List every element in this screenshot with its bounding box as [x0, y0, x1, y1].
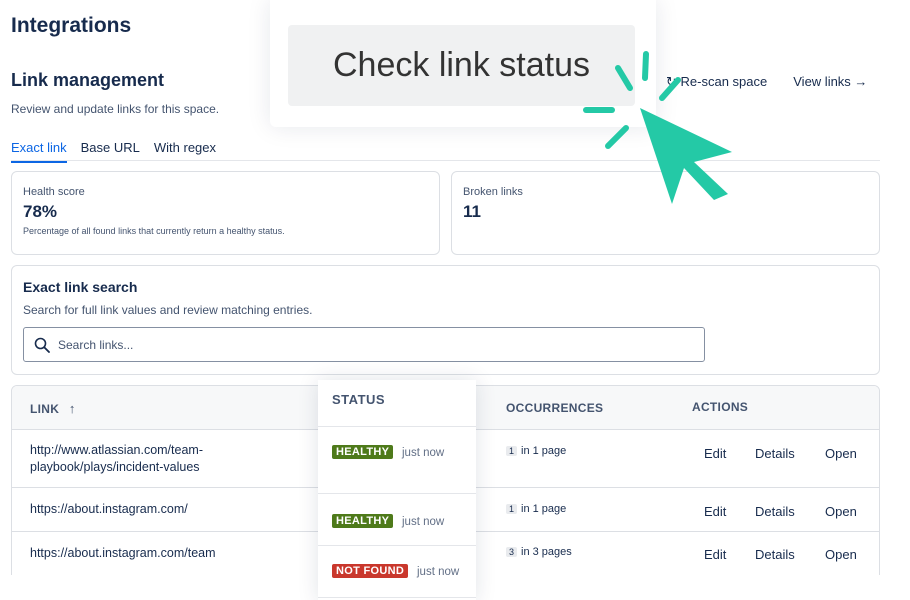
column-header-status: STATUS: [332, 392, 386, 407]
occurrence-count: 1: [506, 446, 518, 456]
details-button[interactable]: Details: [755, 547, 795, 562]
link-cell[interactable]: https://about.instagram.com/: [30, 501, 270, 518]
status-header: STATUS: [318, 380, 476, 426]
link-cell[interactable]: http://www.atlassian.com/team-playbook/p…: [30, 442, 270, 476]
health-score-label: Health score: [23, 186, 85, 198]
health-score-card: Health score 78% Percentage of all found…: [11, 171, 440, 255]
open-button[interactable]: Open: [825, 547, 857, 562]
column-header-actions: ACTIONS: [692, 400, 749, 414]
edit-button[interactable]: Edit: [704, 547, 726, 562]
status-time: just now: [402, 516, 445, 528]
open-button[interactable]: Open: [825, 504, 857, 519]
edit-button[interactable]: Edit: [704, 446, 726, 461]
health-score-note: Percentage of all found links that curre…: [23, 226, 285, 236]
search-title: Exact link search: [23, 279, 138, 295]
status-badge: HEALTHY: [332, 514, 394, 528]
cursor-pointer-icon: [640, 108, 732, 204]
status-time: just now: [417, 566, 460, 578]
sort-up-icon: ↑: [68, 401, 76, 416]
column-header-link[interactable]: LINK ↑: [30, 401, 76, 416]
search-card: Exact link search Search for full link v…: [11, 265, 880, 375]
occurrences-cell: 3 in 3 pages: [506, 546, 572, 558]
status-badge: NOT FOUND: [332, 564, 409, 578]
tab-divider: [11, 160, 880, 161]
column-header-occurrences: OCCURRENCES: [506, 401, 604, 415]
link-header-label: LINK: [30, 402, 60, 416]
edit-button[interactable]: Edit: [704, 504, 726, 519]
status-column-highlight: STATUS HEALTHY just now HEALTHY just now…: [318, 380, 476, 600]
search-icon: [34, 337, 50, 353]
occurrence-text: in 1 page: [521, 503, 567, 515]
occurrence-count: 1: [506, 504, 518, 514]
page-title: Integrations: [11, 14, 132, 37]
status-cell: HEALTHY just now: [318, 494, 476, 546]
occurrence-text: in 3 pages: [521, 546, 572, 558]
details-button[interactable]: Details: [755, 446, 795, 461]
status-badge: HEALTHY: [332, 445, 394, 459]
health-score-value: 78%: [23, 202, 58, 221]
status-cell: NOT FOUND just now: [318, 546, 476, 598]
details-button[interactable]: Details: [755, 504, 795, 519]
search-description: Search for full link values and review m…: [23, 303, 313, 317]
search-field[interactable]: [23, 327, 705, 362]
occurrence-text: in 1 page: [521, 445, 567, 457]
section-description: Review and update links for this space.: [11, 102, 220, 116]
status-cell: HEALTHY just now: [318, 426, 476, 494]
occurrences-cell: 1 in 1 page: [506, 445, 566, 457]
occurrences-cell: 1 in 1 page: [506, 503, 566, 515]
search-input[interactable]: [58, 337, 658, 352]
status-time: just now: [402, 447, 445, 459]
occurrence-count: 3: [506, 547, 518, 557]
view-links-button[interactable]: View links →: [793, 74, 867, 90]
section-title: Link management: [11, 70, 165, 90]
link-cell[interactable]: https://about.instagram.com/team: [30, 545, 270, 562]
open-button[interactable]: Open: [825, 446, 857, 461]
